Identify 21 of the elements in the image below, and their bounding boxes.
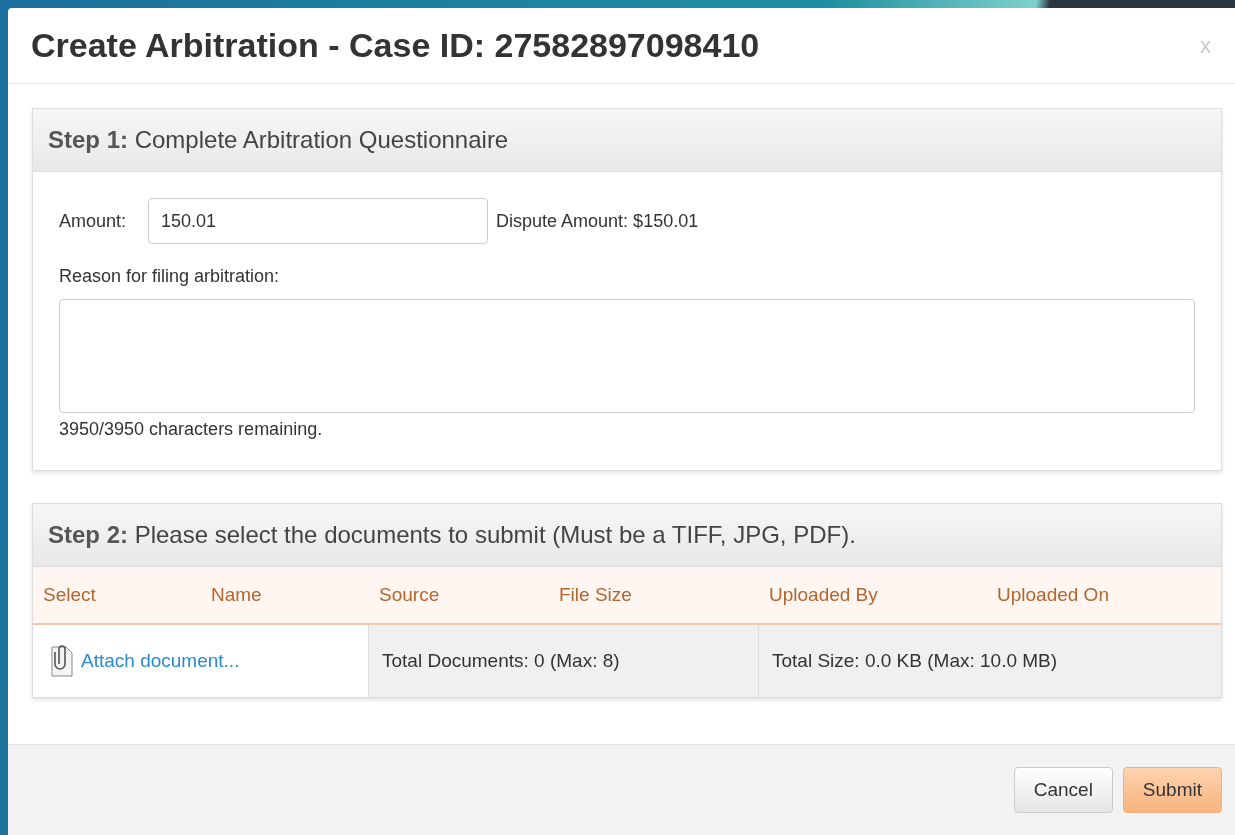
column-header: Name [210, 584, 263, 606]
submit-button[interactable]: Submit [1122, 767, 1222, 813]
step-heading: Step 2: Please select the documents to submit (Must be a TIFF, JPG, PDF). [48, 521, 856, 549]
field-label: Reason for filing arbitration: [59, 266, 281, 287]
table-cell: Total Size: 0.0 KB (Max: 10.0 MB) [758, 625, 1221, 697]
column-header: File Size [558, 584, 633, 606]
dispute-amount-text: Dispute Amount: $150.01 [496, 210, 699, 232]
cancel-button[interactable]: Cancel [1013, 767, 1113, 813]
amount-field[interactable]: 150.01 [148, 198, 489, 244]
reason-text-area[interactable] [59, 299, 1195, 413]
column-header: Uploaded On [996, 584, 1110, 606]
field-label: Amount: [59, 210, 127, 232]
column-header: Select [42, 584, 97, 606]
paperclip-document-icon [49, 644, 75, 678]
table-cell: Total Documents: 0 (Max: 8) [368, 625, 758, 697]
dialog-title: Create Arbitration - Case ID: 27582897098410 [31, 26, 760, 65]
characters-remaining-text: 3950/3950 characters remaining. [59, 419, 324, 440]
step-heading: Step 1: Complete Arbitration Questionnaire [48, 126, 509, 154]
column-header: Uploaded By [768, 584, 879, 606]
column-header: Source [378, 584, 441, 606]
attach-document-link[interactable]: Attach document... [81, 650, 240, 672]
